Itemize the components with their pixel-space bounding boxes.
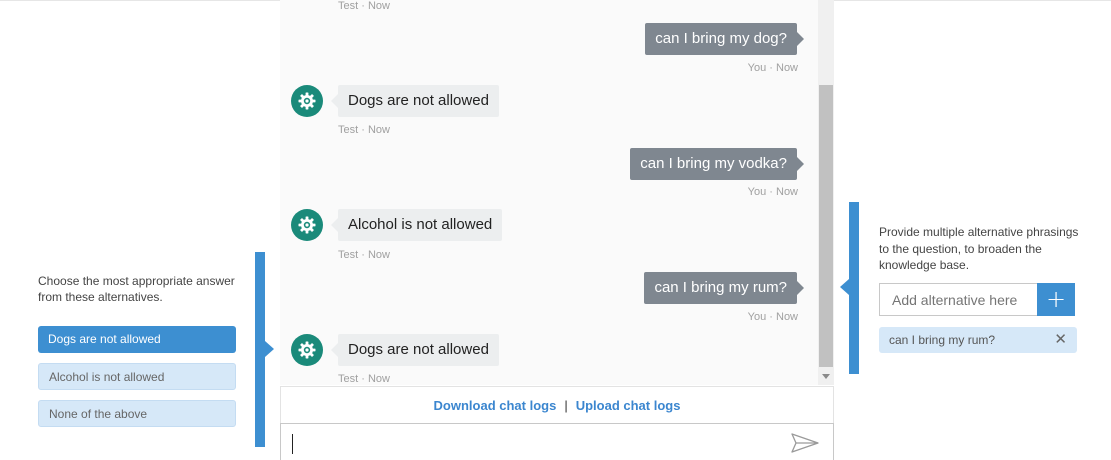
bot-avatar (291, 209, 323, 241)
bot-message: Dogs are not allowed (331, 334, 499, 366)
message-meta: You · Now (747, 311, 798, 323)
choice-alcohol-not-allowed[interactable]: Alcohol is not allowed (38, 363, 236, 390)
text-caret (292, 434, 293, 454)
message-meta: Test · Now (338, 0, 390, 12)
gear-icon (298, 92, 316, 110)
choice-dogs-not-allowed[interactable]: Dogs are not allowed (38, 326, 236, 353)
answer-choice-panel: Choose the most appropriate answer from … (0, 252, 274, 460)
remove-alternative-close-icon[interactable]: ✕ (1054, 327, 1067, 353)
add-alternative-button[interactable]: + (1037, 283, 1075, 316)
user-message: can I bring my vodka? (630, 148, 804, 180)
scroll-down-arrow-icon[interactable] (822, 374, 830, 379)
answer-choice-description: Choose the most appropriate answer from … (38, 274, 235, 304)
right-panel-accent-bar (849, 202, 859, 374)
alternative-phrasing-input[interactable] (879, 283, 1037, 316)
message-meta: Test · Now (338, 249, 390, 261)
bot-avatar (291, 85, 323, 117)
bot-message: Dogs are not allowed (331, 85, 499, 117)
link-separator: | (564, 398, 568, 413)
message-meta: Test · Now (338, 124, 390, 136)
message-meta: You · Now (747, 62, 798, 74)
chat-log-links: Download chat logs | Upload chat logs (280, 386, 834, 423)
alternative-phrasing-chip: can I bring my rum? ✕ (879, 327, 1077, 353)
user-message: can I bring my dog? (645, 23, 804, 55)
right-panel-pointer (840, 279, 849, 295)
choice-none-of-the-above[interactable]: None of the above (38, 400, 236, 427)
user-message: can I bring my rum? (644, 272, 804, 304)
bot-message: Alcohol is not allowed (330, 209, 503, 241)
chat-input-box[interactable] (280, 423, 834, 460)
chat-scrollbar-thumb[interactable] (819, 85, 833, 367)
bot-avatar (291, 334, 323, 366)
gear-icon (298, 216, 316, 234)
send-icon[interactable] (790, 432, 820, 454)
chat-panel: Test · Now can I bring my dog? You · Now (280, 0, 834, 460)
alternative-phrasings-description: Provide multiple alternative phrasings t… (879, 225, 1079, 272)
left-panel-accent-bar (255, 252, 265, 447)
chat-transcript[interactable]: Test · Now can I bring my dog? You · Now (280, 0, 818, 385)
alternative-phrasing-label: can I bring my rum? (889, 333, 996, 347)
upload-chat-logs-link[interactable]: Upload chat logs (576, 398, 681, 413)
message-meta: Test · Now (338, 373, 390, 385)
message-meta: You · Now (747, 186, 798, 198)
left-panel-pointer (265, 341, 274, 357)
download-chat-logs-link[interactable]: Download chat logs (434, 398, 557, 413)
gear-icon (298, 341, 316, 359)
